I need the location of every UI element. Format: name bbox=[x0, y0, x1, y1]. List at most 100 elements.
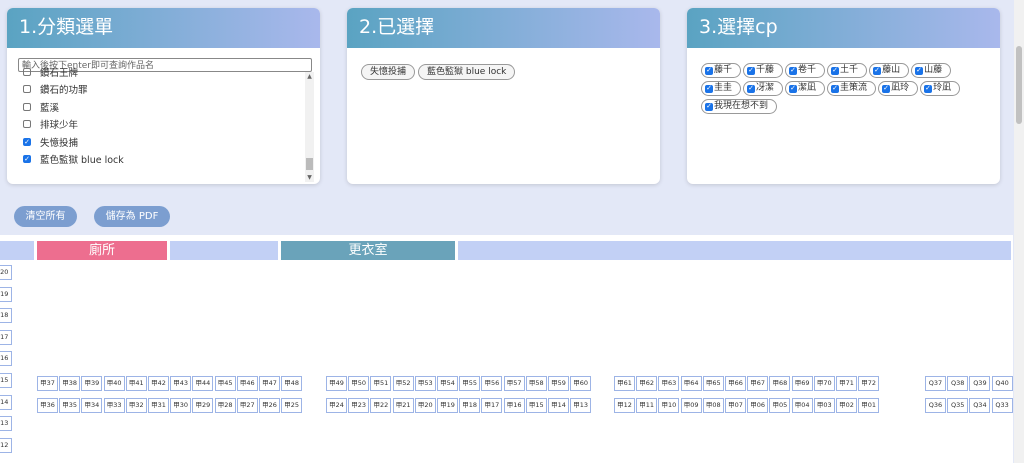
seat[interactable]: 甲67 bbox=[747, 376, 769, 391]
clear-all-button[interactable]: 清空所有 bbox=[14, 206, 77, 227]
seat[interactable]: 甲06 bbox=[747, 398, 769, 413]
category-item[interactable]: 鑽石的功罪 bbox=[18, 81, 316, 99]
seat[interactable]: 甲38 bbox=[59, 376, 81, 391]
checkbox[interactable]: ✓ bbox=[831, 84, 840, 93]
seat[interactable]: 甲62 bbox=[636, 376, 658, 391]
seat[interactable]: 甲14 bbox=[548, 398, 569, 413]
seat[interactable]: 甲33 bbox=[103, 398, 125, 413]
seat[interactable]: 甲18 bbox=[459, 398, 481, 413]
seat[interactable]: 甲24 bbox=[326, 398, 347, 413]
cp-option[interactable]: ✓ 千藤 bbox=[743, 63, 784, 78]
category-item[interactable]: ✓ 藍色監獄 blue lock bbox=[18, 151, 316, 169]
seat[interactable]: 甲15 bbox=[0, 373, 12, 388]
seat[interactable]: 甲23 bbox=[348, 398, 370, 413]
seat[interactable]: Q39 bbox=[969, 376, 991, 391]
seat[interactable]: 甲71 bbox=[836, 376, 857, 391]
checkbox[interactable] bbox=[23, 85, 31, 94]
seat[interactable]: 甲04 bbox=[791, 398, 813, 413]
seat[interactable]: 甲45 bbox=[214, 376, 236, 391]
seat[interactable]: 甲44 bbox=[192, 376, 214, 391]
seat[interactable]: 甲17 bbox=[481, 398, 503, 413]
seat[interactable]: Q40 bbox=[991, 376, 1013, 391]
seat[interactable]: Q35 bbox=[947, 398, 969, 413]
seat[interactable]: 甲48 bbox=[281, 376, 303, 391]
seat[interactable]: Q38 bbox=[947, 376, 969, 391]
selected-chip[interactable]: 藍色監獄 blue lock bbox=[418, 64, 516, 80]
cp-option[interactable]: ✓ 土千 bbox=[827, 63, 868, 78]
page-scroll-thumb[interactable] bbox=[1016, 46, 1022, 124]
seat[interactable]: 甲43 bbox=[170, 376, 192, 391]
cp-option[interactable]: ✓ 圭圭 bbox=[701, 81, 742, 96]
seat[interactable]: Q34 bbox=[969, 398, 991, 413]
category-list-scrollbar[interactable]: ▲ ▼ bbox=[305, 72, 314, 182]
seat[interactable]: 甲13 bbox=[0, 416, 12, 432]
seat[interactable]: 甲65 bbox=[702, 376, 724, 391]
seat[interactable]: 甲42 bbox=[148, 376, 169, 391]
seat[interactable]: 甲37 bbox=[37, 376, 58, 391]
seat[interactable]: 甲19 bbox=[0, 286, 12, 302]
seat[interactable]: 甲39 bbox=[81, 376, 103, 391]
seat[interactable]: 甲18 bbox=[0, 308, 12, 324]
seat[interactable]: 甲28 bbox=[214, 398, 236, 413]
seat[interactable]: 甲27 bbox=[236, 398, 258, 413]
seat[interactable]: Q33 bbox=[991, 398, 1013, 413]
cp-option[interactable]: ✓ 冴潔 bbox=[743, 81, 784, 96]
cp-option[interactable]: ✓ 潔凪 bbox=[785, 81, 826, 96]
seat[interactable]: 甲61 bbox=[614, 376, 635, 391]
seat[interactable]: 甲19 bbox=[437, 398, 458, 413]
seat[interactable]: 甲60 bbox=[570, 376, 592, 391]
seat[interactable]: 甲15 bbox=[525, 398, 547, 413]
seat[interactable]: 甲32 bbox=[125, 398, 147, 413]
seat[interactable]: 甲53 bbox=[414, 376, 436, 391]
save-pdf-button[interactable]: 儲存為 PDF bbox=[94, 206, 170, 227]
checkbox[interactable]: ✓ bbox=[747, 84, 756, 93]
category-item[interactable]: 鑽石王牌 bbox=[18, 63, 316, 81]
checkbox[interactable] bbox=[23, 102, 31, 111]
seat[interactable]: 甲13 bbox=[570, 398, 592, 413]
category-item[interactable]: ✓ 失憶投捕 bbox=[18, 133, 316, 151]
cp-option[interactable]: ✓ 山藤 bbox=[911, 63, 952, 78]
checkbox[interactable]: ✓ bbox=[789, 66, 798, 75]
selected-chip[interactable]: 失憶投捕 bbox=[361, 64, 416, 80]
checkbox[interactable]: ✓ bbox=[705, 102, 713, 111]
seat[interactable]: 甲08 bbox=[702, 398, 724, 413]
page-scrollbar[interactable] bbox=[1014, 0, 1024, 463]
seat[interactable]: 甲21 bbox=[392, 398, 414, 413]
checkbox[interactable]: ✓ bbox=[789, 84, 798, 93]
seat[interactable]: 甲64 bbox=[680, 376, 702, 391]
seat[interactable]: 甲12 bbox=[614, 398, 635, 413]
seat[interactable]: 甲14 bbox=[0, 394, 12, 410]
seat[interactable]: 甲35 bbox=[59, 398, 81, 413]
seat[interactable]: 甲09 bbox=[680, 398, 702, 413]
checkbox[interactable]: ✓ bbox=[831, 66, 840, 75]
cp-option[interactable]: ✓ 圭策流 bbox=[827, 81, 877, 96]
seat[interactable]: 甲05 bbox=[769, 398, 791, 413]
scroll-up-icon[interactable]: ▲ bbox=[305, 72, 314, 81]
checkbox[interactable]: ✓ bbox=[705, 84, 713, 93]
seat[interactable]: 甲46 bbox=[236, 376, 258, 391]
seat[interactable]: 甲47 bbox=[259, 376, 280, 391]
seat[interactable]: 甲69 bbox=[791, 376, 813, 391]
seat[interactable]: 甲52 bbox=[392, 376, 414, 391]
seat[interactable]: 甲02 bbox=[836, 398, 857, 413]
seat[interactable]: 甲03 bbox=[813, 398, 835, 413]
checkbox[interactable]: ✓ bbox=[23, 155, 31, 164]
category-item[interactable]: 排球少年 bbox=[18, 116, 316, 134]
seat[interactable]: 甲55 bbox=[459, 376, 481, 391]
checkbox[interactable] bbox=[23, 120, 31, 129]
seat[interactable]: 甲68 bbox=[769, 376, 791, 391]
seat[interactable]: 甲57 bbox=[503, 376, 525, 391]
seat[interactable]: Q36 bbox=[925, 398, 946, 413]
cp-option[interactable]: ✓ 玲凪 bbox=[920, 81, 961, 96]
seat[interactable]: 甲66 bbox=[725, 376, 746, 391]
checkbox[interactable]: ✓ bbox=[747, 66, 756, 75]
seat[interactable]: 甲41 bbox=[125, 376, 147, 391]
seat[interactable]: 甲50 bbox=[348, 376, 370, 391]
seat[interactable]: 甲31 bbox=[148, 398, 169, 413]
seat[interactable]: 甲51 bbox=[370, 376, 392, 391]
seat[interactable]: 甲63 bbox=[658, 376, 680, 391]
seat[interactable]: 甲11 bbox=[636, 398, 658, 413]
scroll-down-icon[interactable]: ▼ bbox=[305, 173, 314, 182]
seat[interactable]: 甲20 bbox=[0, 265, 12, 280]
seat[interactable]: 甲16 bbox=[0, 351, 12, 367]
